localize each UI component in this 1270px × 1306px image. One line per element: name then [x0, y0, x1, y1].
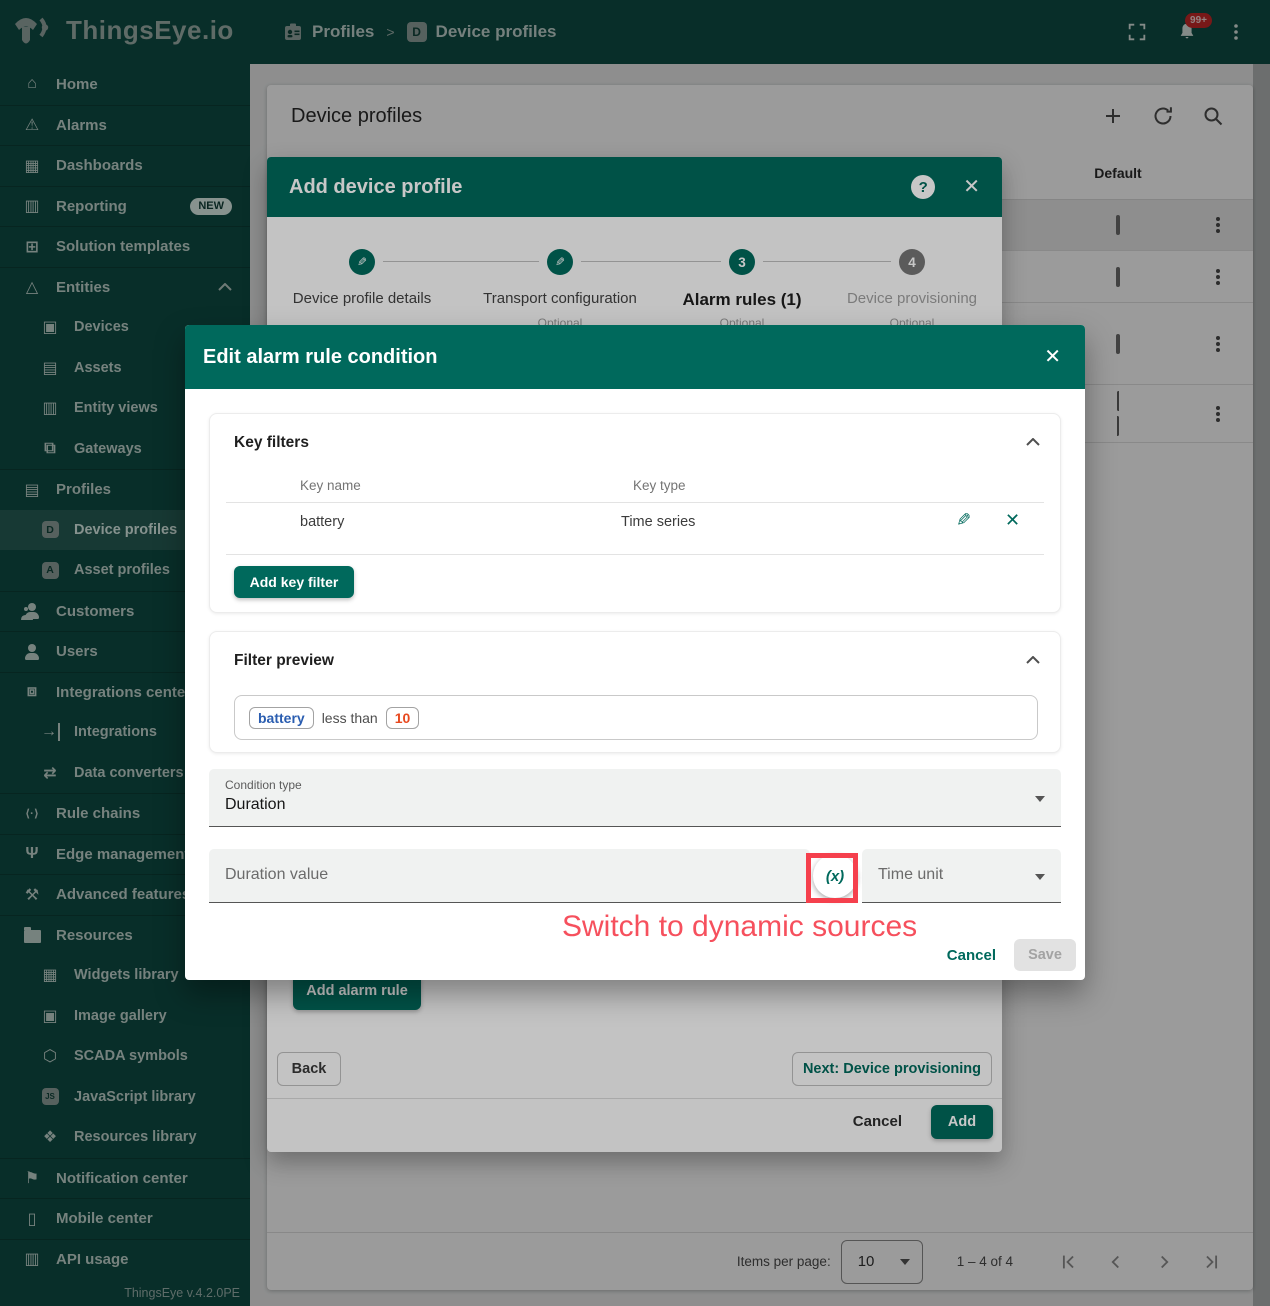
filter-preview-panel: Filter preview battery less than 10: [209, 631, 1061, 753]
filter-preview-heading: Filter preview: [234, 652, 334, 670]
duration-value-placeholder: Duration value: [225, 866, 328, 884]
key-filter-type: Time series: [621, 514, 695, 530]
key-filters-panel: Key filters Key name Key type battery Ti…: [209, 413, 1061, 613]
condition-type-select[interactable]: Condition type Duration: [209, 769, 1061, 827]
filter-operator-label: less than: [322, 710, 378, 726]
cancel-button[interactable]: Cancel: [947, 947, 996, 964]
time-unit-select[interactable]: Time unit: [862, 849, 1061, 903]
time-unit-label: Time unit: [878, 866, 943, 884]
column-key-name: Key name: [300, 478, 361, 493]
collapse-chevron-icon[interactable]: [1026, 438, 1040, 446]
close-icon[interactable]: ✕: [1044, 347, 1061, 367]
edit-key-filter-pencil-icon[interactable]: ✎: [956, 510, 971, 531]
key-filter-name: battery: [300, 514, 344, 530]
edit-alarm-rule-condition-dialog: Edit alarm rule condition ✕ Key filters …: [185, 325, 1085, 980]
filter-value-chip[interactable]: 10: [386, 707, 420, 729]
remove-key-filter-icon[interactable]: ✕: [1005, 510, 1020, 531]
caret-down-icon: [1035, 796, 1045, 802]
collapse-chevron-icon[interactable]: [1026, 656, 1040, 664]
switch-to-dynamic-value-toggle[interactable]: (x): [813, 854, 857, 898]
column-key-type: Key type: [633, 478, 686, 493]
filter-key-chip[interactable]: battery: [249, 707, 314, 729]
condition-type-label: Condition type: [225, 778, 302, 792]
condition-type-value: Duration: [225, 796, 285, 814]
add-key-filter-button[interactable]: Add key filter: [234, 566, 354, 598]
edit-dialog-title: Edit alarm rule condition: [203, 346, 1044, 369]
filter-preview-box: battery less than 10: [234, 695, 1038, 740]
save-button-disabled[interactable]: Save: [1014, 939, 1076, 971]
duration-value-input[interactable]: Duration value: [209, 849, 810, 903]
caret-down-icon: [1035, 874, 1045, 880]
key-filters-heading: Key filters: [234, 434, 309, 452]
